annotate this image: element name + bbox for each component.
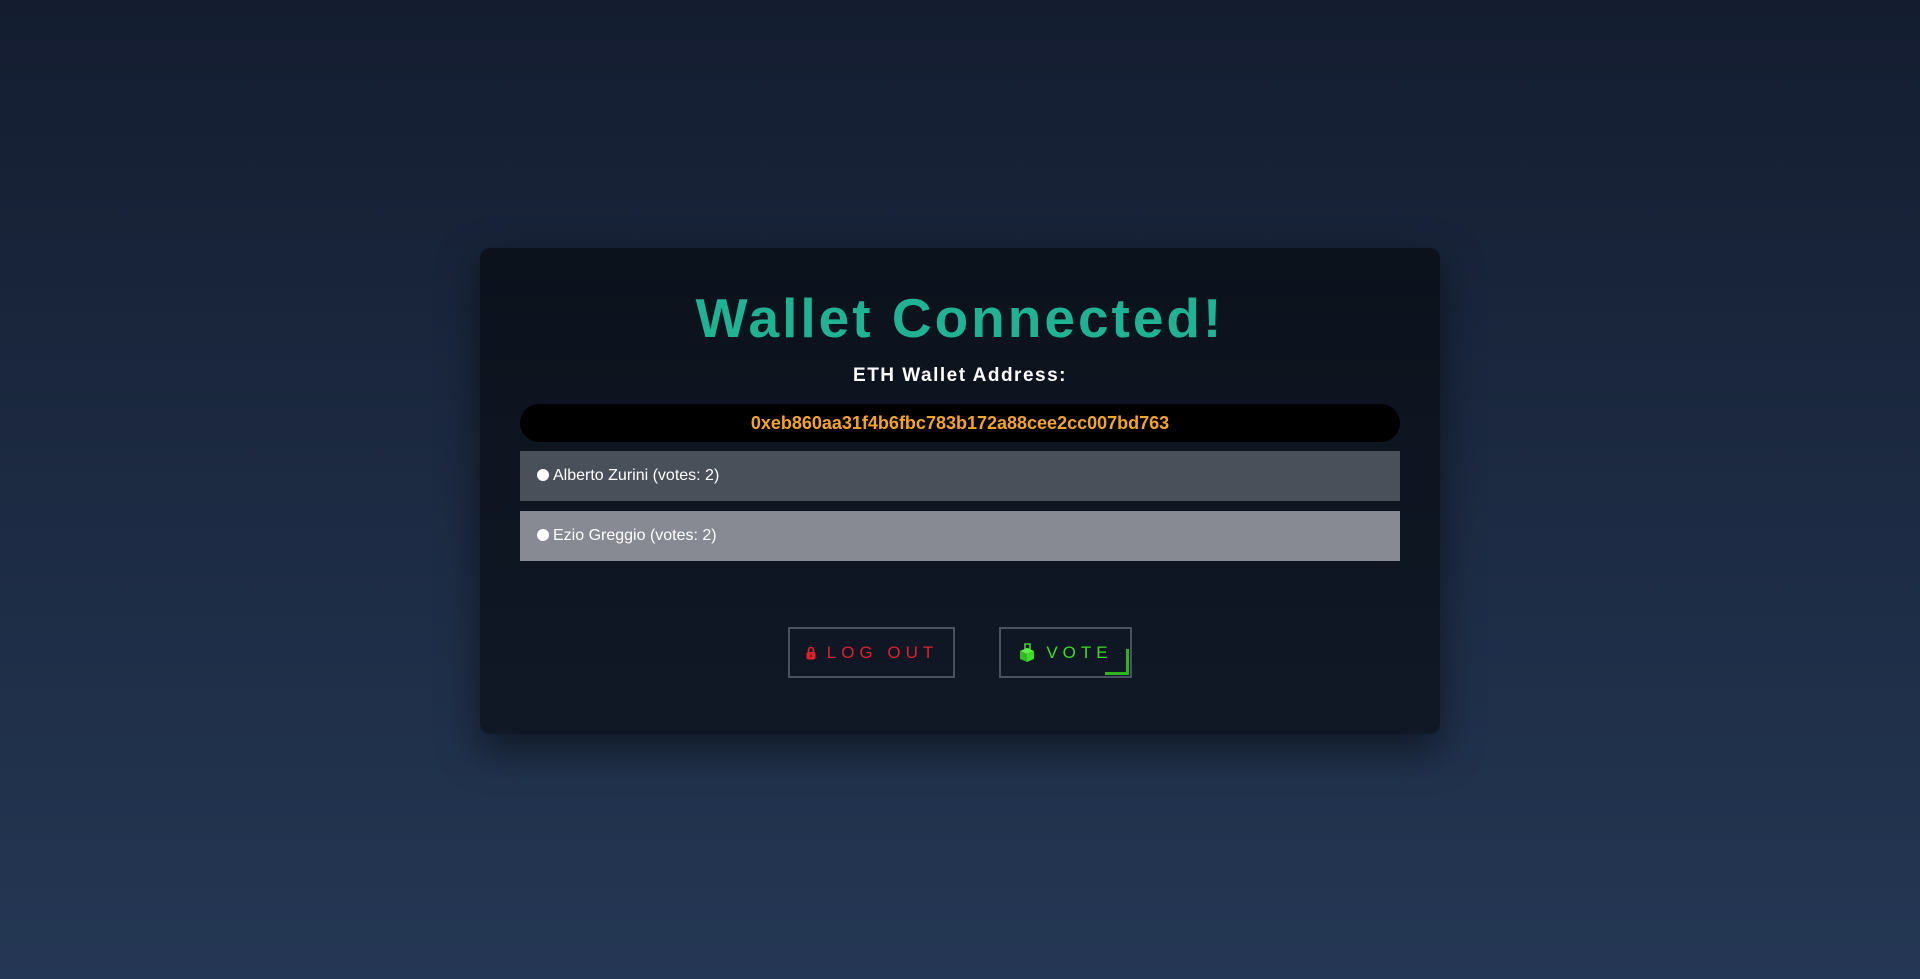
page-title: Wallet Connected!	[695, 287, 1225, 349]
candidate-label: Alberto Zurini (votes: 2)	[553, 467, 720, 484]
wallet-card: Wallet Connected! ETH Wallet Address: 0x…	[480, 248, 1440, 734]
logout-label: LOG OUT	[826, 642, 939, 662]
radio-button[interactable]	[537, 469, 549, 481]
vote-button[interactable]: VOTE	[999, 627, 1132, 678]
candidate-option-alberto-zurini[interactable]: Alberto Zurini (votes: 2)	[520, 451, 1400, 501]
candidate-option-ezio-greggio[interactable]: Ezio Greggio (votes: 2)	[520, 511, 1400, 561]
vote-label: VOTE	[1046, 642, 1113, 662]
ballot-box-icon	[1018, 642, 1036, 663]
vote-button-corner-accent	[1105, 649, 1129, 675]
lock-icon	[805, 646, 817, 660]
radio-button[interactable]	[537, 529, 549, 541]
wallet-address: 0xeb860aa31f4b6fbc783b172a88cee2cc007bd7…	[520, 404, 1400, 442]
logout-button[interactable]: LOG OUT	[788, 627, 955, 678]
candidate-label: Ezio Greggio (votes: 2)	[553, 527, 717, 544]
address-label: ETH Wallet Address:	[853, 365, 1067, 386]
